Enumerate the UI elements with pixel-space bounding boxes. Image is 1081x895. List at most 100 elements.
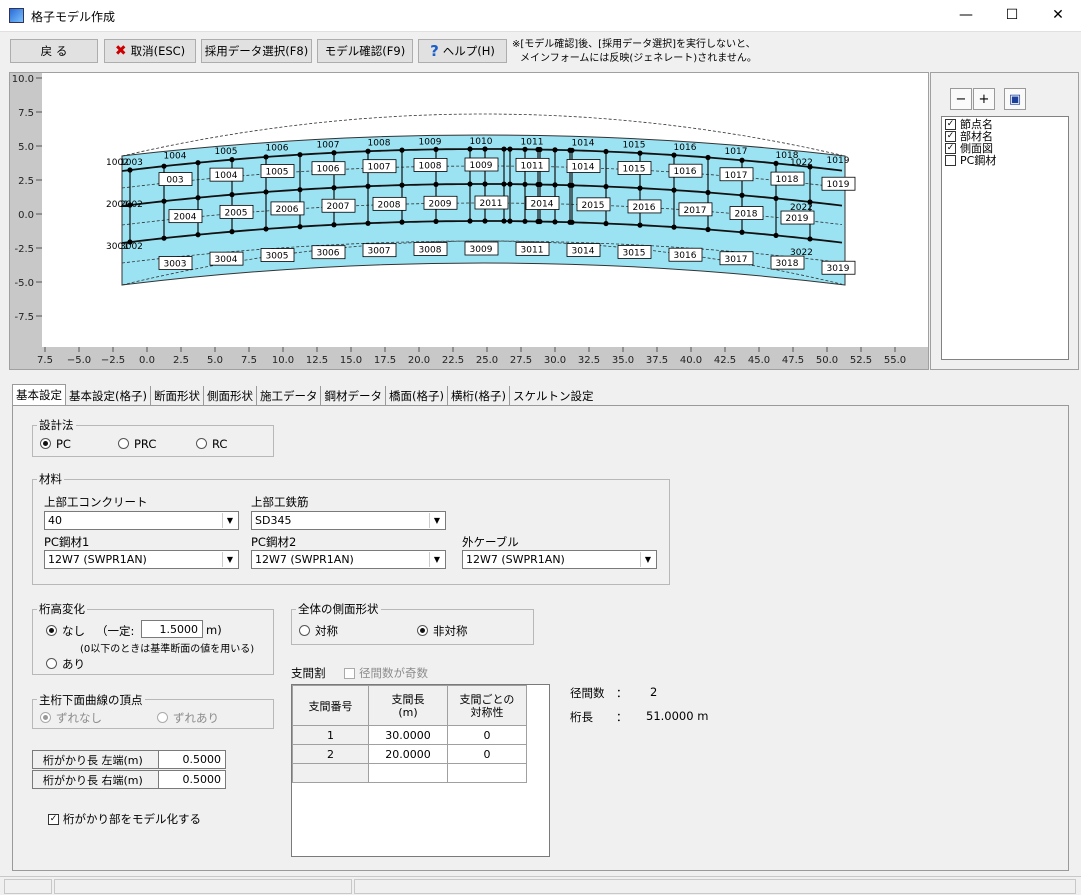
span-symmetry-cell[interactable]: 0	[447, 725, 527, 745]
radio-rc-dot[interactable]	[196, 438, 207, 449]
member-label-1000: 1011	[521, 137, 544, 147]
cancel-x-icon: ✖	[114, 43, 127, 59]
x-tick-label: 30.0	[544, 355, 566, 366]
girder-length-label: 桁長 ：	[570, 710, 628, 724]
span-length-cell[interactable]: 30.0000	[368, 725, 448, 745]
radio-symmetric-dot[interactable]	[299, 625, 310, 636]
member-label-2000: 2019	[786, 214, 809, 224]
radio-asymmetric[interactable]: 非対称	[417, 623, 468, 639]
radio-no-offset-dot[interactable]	[40, 712, 51, 723]
chevron-down-icon[interactable]: ▼	[222, 513, 237, 528]
maximize-button[interactable]: ☐	[989, 0, 1035, 30]
left-node-label: 2002	[120, 200, 143, 210]
overhang-right-input[interactable]: 0.5000	[158, 770, 226, 789]
radio-height-exist[interactable]: あり	[46, 656, 85, 672]
zoom-in-icon[interactable]: +	[973, 88, 995, 110]
pc1-select[interactable]: 12W7 (SWPR1AN) ▼	[44, 550, 239, 569]
close-button[interactable]: ✕	[1035, 0, 1081, 30]
radio-pc-dot[interactable]	[40, 438, 51, 449]
span-symmetry-cell[interactable]	[447, 763, 527, 783]
chevron-down-icon[interactable]: ▼	[222, 552, 237, 567]
fit-view-icon[interactable]: ▣	[1004, 88, 1026, 110]
member-label-3000: 3008	[419, 245, 442, 255]
chevron-down-icon[interactable]: ▼	[640, 552, 655, 567]
tab-skeleton[interactable]: スケルトン設定	[510, 386, 597, 405]
radio-height-none[interactable]: なし	[46, 623, 85, 639]
select-data-label: 採用データ選択(F8)	[204, 44, 309, 58]
span-header-symmetry: 支間ごとの 対称性	[447, 685, 527, 726]
chevron-down-icon[interactable]: ▼	[429, 513, 444, 528]
radio-asymmetric-dot[interactable]	[417, 625, 428, 636]
radio-height-none-dot[interactable]	[46, 625, 57, 636]
span-table-area[interactable]: 支間番号 支間長 (m) 支間ごとの 対称性 1 30.0000 0 2 20.…	[291, 684, 550, 857]
span-table: 支間番号 支間長 (m) 支間ごとの 対称性 1 30.0000 0 2 20.…	[292, 685, 527, 783]
model-plot-canvas[interactable]: 10.0 7.5 5.0 2.5 0.0 -2.5 -5.0 -7.5 7.5 −5.0 −2.5 0…	[10, 73, 928, 369]
radio-pc[interactable]: PC	[40, 437, 71, 451]
table-row[interactable]: 2 20.0000 0	[292, 744, 527, 764]
radio-offset-dot[interactable]	[157, 712, 168, 723]
span-length-cell[interactable]: 20.0000	[368, 744, 448, 764]
span-symmetry-cell[interactable]: 0	[447, 744, 527, 764]
radio-height-exist-dot[interactable]	[46, 658, 57, 669]
minimize-button[interactable]: —	[943, 0, 989, 30]
member-label-1000-box: 1005	[266, 168, 289, 178]
check-member-names[interactable]: ✓ 部材名	[945, 130, 1068, 142]
concrete-select[interactable]: 40 ▼	[44, 511, 239, 530]
table-row[interactable]: 1 30.0000 0	[292, 725, 527, 745]
radio-rc[interactable]: RC	[196, 437, 227, 451]
cancel-button[interactable]: ✖ 取消(ESC)	[104, 39, 196, 63]
model-plot[interactable]: 10.0 7.5 5.0 2.5 0.0 -2.5 -5.0 -7.5 7.5 −5.0 −2.5 0…	[9, 72, 929, 370]
rebar-label: 上部工鉄筋	[251, 495, 309, 509]
select-data-button[interactable]: 採用データ選択(F8)	[201, 39, 312, 63]
radio-symmetric[interactable]: 対称	[299, 623, 338, 639]
checkbox-side-view[interactable]: ✓	[945, 142, 956, 154]
radio-no-offset[interactable]: ずれなし	[40, 710, 102, 726]
checkbox-node-names[interactable]: ✓	[945, 118, 956, 130]
check-node-names[interactable]: ✓ 節点名	[945, 118, 1068, 130]
node	[467, 218, 473, 224]
overhang-left-input[interactable]: 0.5000	[158, 750, 226, 769]
member-label-2000: 2004	[174, 213, 197, 223]
tab-deck-grid[interactable]: 橋面(格子)	[386, 386, 448, 405]
radio-prc[interactable]: PRC	[118, 437, 156, 451]
chevron-down-icon[interactable]: ▼	[429, 552, 444, 567]
node	[195, 232, 201, 238]
node	[739, 157, 745, 163]
tab-steel[interactable]: 鋼材データ	[321, 386, 386, 405]
pc2-select[interactable]: 12W7 (SWPR1AN) ▼	[251, 550, 446, 569]
help-button[interactable]: ? ヘルプ(H)	[418, 39, 507, 63]
checkbox-pc-steel[interactable]	[945, 154, 956, 166]
checkbox-member-names[interactable]: ✓	[945, 130, 956, 142]
x-tick-label: −5.0	[67, 355, 91, 366]
member-label-3000: 3006	[317, 249, 340, 259]
tab-basic-grid[interactable]: 基本設定(格子)	[66, 386, 151, 405]
ext-cable-select[interactable]: 12W7 (SWPR1AN) ▼	[462, 550, 657, 569]
overhang-model-checkbox[interactable]: ✓ 桁がかり部をモデル化する	[48, 811, 201, 827]
check-pc-steel[interactable]: PC鋼材	[945, 154, 1068, 166]
check-side-view[interactable]: ✓ 側面図	[945, 142, 1068, 154]
tab-section[interactable]: 断面形状	[151, 386, 204, 405]
model-check-button[interactable]: モデル確認(F9)	[317, 39, 413, 63]
member-label-2000: 2014	[531, 200, 554, 210]
member-label-2000: 2017	[684, 206, 707, 216]
zoom-out-icon[interactable]: −	[950, 88, 972, 110]
odd-span-check[interactable]	[344, 667, 355, 679]
radio-prc-dot[interactable]	[118, 438, 129, 449]
odd-span-checkbox[interactable]: 径間数が奇数	[344, 665, 428, 681]
x-tick-label: 40.0	[680, 355, 702, 366]
height-const-input[interactable]: 1.5000	[141, 620, 203, 638]
tab-side-shape[interactable]: 側面形状	[204, 386, 257, 405]
overhang-model-check[interactable]: ✓	[48, 813, 59, 825]
window-title: 格子モデル作成	[31, 10, 116, 24]
material-title: 材料	[37, 471, 64, 487]
x-tick-label: 15.0	[340, 355, 362, 366]
table-row[interactable]	[292, 763, 527, 783]
radio-offset[interactable]: ずれあり	[157, 710, 219, 726]
span-length-cell[interactable]	[368, 763, 448, 783]
tab-basic[interactable]: 基本設定	[12, 384, 66, 405]
rebar-select[interactable]: SD345 ▼	[251, 511, 446, 530]
back-button[interactable]: 戻 る	[10, 39, 98, 63]
status-cell-1	[4, 879, 52, 894]
tab-construction[interactable]: 施工データ	[257, 386, 322, 405]
tab-crossbeam-grid[interactable]: 横桁(格子)	[448, 386, 510, 405]
